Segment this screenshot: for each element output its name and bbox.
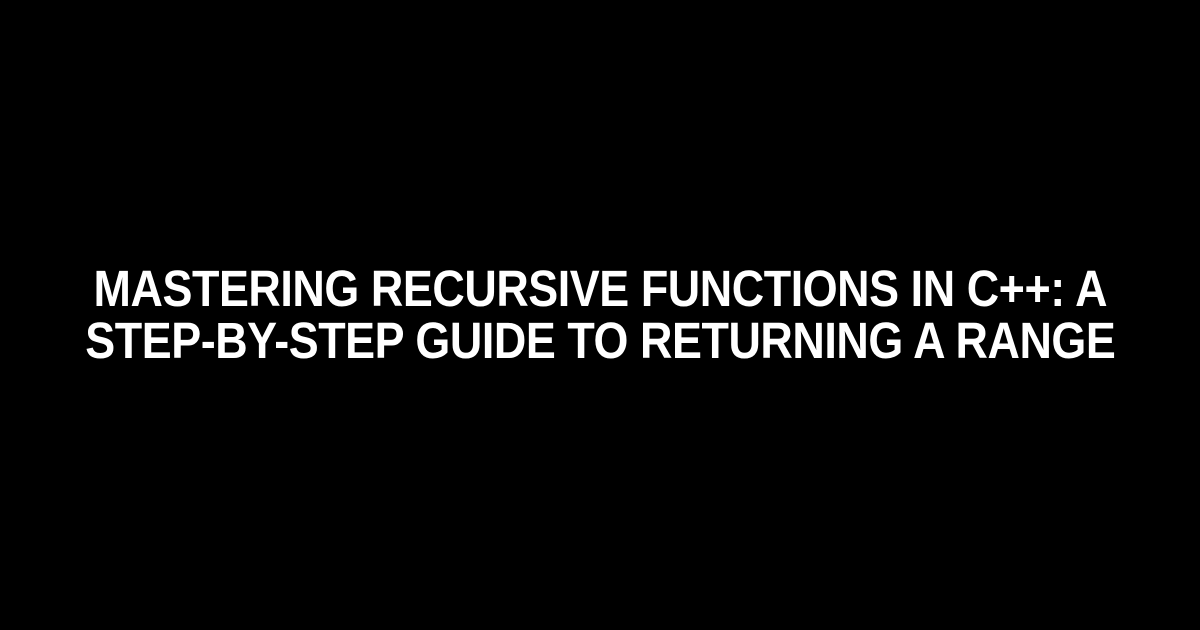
page-title: Mastering Recursive Functions in C++: A … <box>76 263 1124 367</box>
